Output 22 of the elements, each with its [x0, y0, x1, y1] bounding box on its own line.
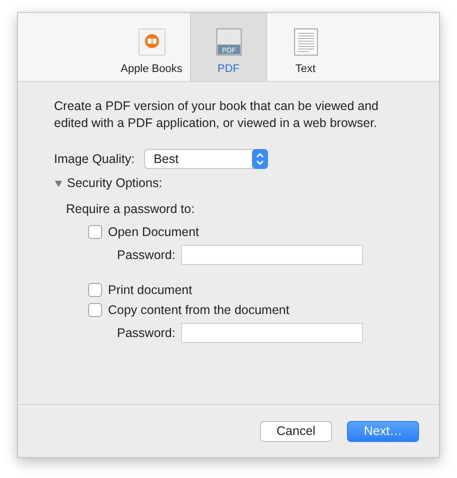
cancel-button[interactable]: Cancel	[260, 420, 332, 442]
format-tab[interactable]: Apple Books	[113, 13, 190, 81]
password-label: Password:	[117, 326, 176, 340]
checkbox[interactable]	[88, 283, 102, 297]
security-options-label: Security Options:	[67, 176, 162, 190]
checkbox-label: Print document	[108, 283, 192, 297]
checkbox[interactable]	[88, 225, 102, 239]
text-document-icon	[292, 28, 320, 56]
image-quality-popup[interactable]: Best	[144, 149, 268, 169]
checkbox-label: Copy content from the document	[108, 303, 290, 317]
image-quality-label: Image Quality:	[54, 152, 135, 166]
password-label: Password:	[117, 248, 176, 262]
checkbox[interactable]	[88, 303, 102, 317]
require-password-label: Require a password to:	[66, 202, 196, 216]
password-field[interactable]	[181, 323, 364, 343]
password-field[interactable]	[181, 245, 364, 265]
description-text: Create a PDF version of your book that can be viewed and edited with a PDF application, or viewed in a web browser.	[54, 98, 380, 132]
checkbox-label: Open Document	[108, 225, 200, 239]
format-tab[interactable]: Text	[267, 13, 344, 81]
book-icon	[138, 28, 166, 56]
stepper-icon	[252, 149, 268, 169]
disclosure-triangle-icon[interactable]	[54, 178, 63, 188]
